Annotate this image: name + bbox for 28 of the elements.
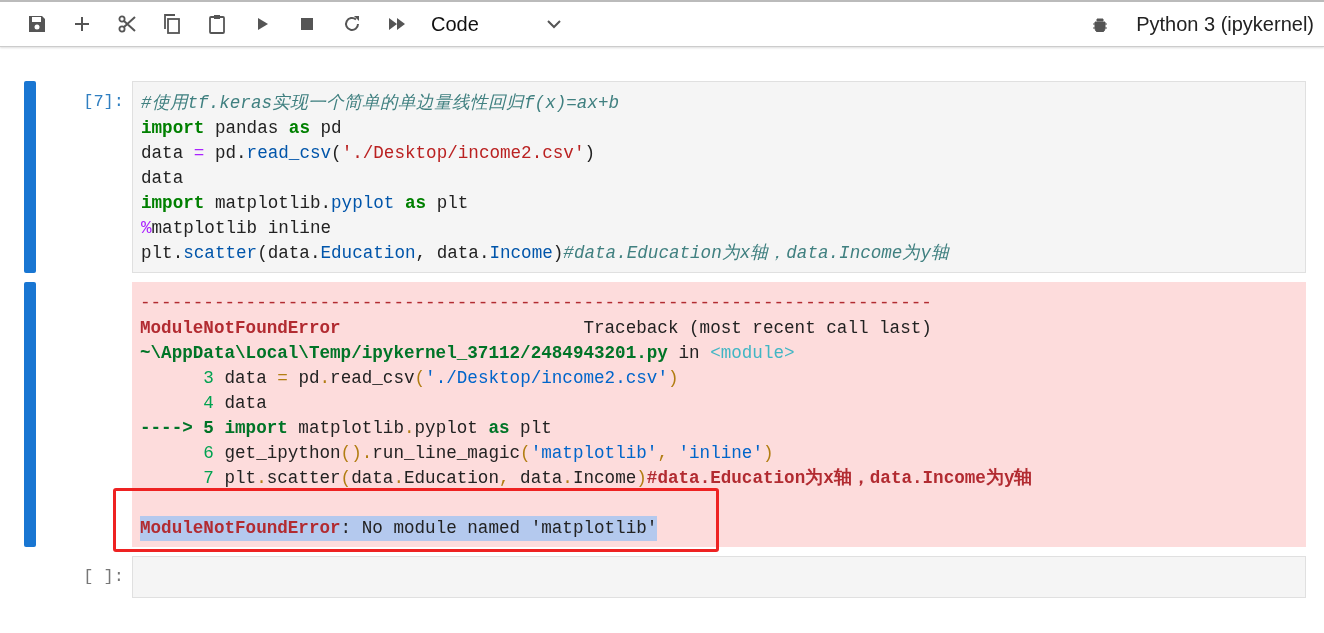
code-line: import matplotlib.pyplot as plt — [141, 192, 469, 215]
code-input[interactable] — [132, 556, 1306, 598]
code-line: %matplotlib inline — [141, 217, 332, 240]
code-input[interactable] — [132, 81, 1306, 273]
output-line: 7 plt.scatter(data.Education, data.Income)#data.Education为x轴，data.Income为y轴 — [202, 467, 1033, 490]
kernel-name: Python 3 (ipykernel) — [1136, 12, 1314, 36]
clipboard-icon — [206, 14, 227, 34]
output-line: ~\AppData\Local\Temp/ipykernel_37112/2484943201.py in <module> — [140, 342, 795, 365]
scissors-icon — [116, 14, 137, 34]
code-line: data — [141, 167, 184, 190]
code-line: plt.scatter(data.Education, data.Income)#data.Education为x轴，data.Income为y轴 — [141, 242, 949, 265]
bug-icon — [1092, 16, 1109, 32]
output-line: 4 data — [202, 392, 267, 415]
error-message: ModuleNotFoundError: No module named 'matplotlib' — [140, 516, 658, 541]
output-line: 3 data = pd.read_csv('./Desktop/income2.csv') — [202, 367, 679, 390]
output-line: --------------------------------------------------------------------------- — [140, 292, 932, 315]
output-line: ModuleNotFoundError Traceback (most recent call last) — [140, 317, 932, 340]
cell-type-dropdown[interactable]: Code — [431, 12, 561, 36]
cell-prompt: [ ]: — [82, 566, 125, 588]
output-line: ----> 5 import matplotlib.pyplot as plt — [140, 417, 552, 440]
code-line: import pandas as pd — [141, 117, 342, 140]
cell-prompt: [7]: — [82, 91, 125, 113]
output-line: 6 get_ipython().run_line_magic('matplotlib', 'inline') — [202, 442, 774, 465]
code-line: data = pd.read_csv('./Desktop/income2.csv') — [141, 142, 596, 165]
code-line: #使用tf.keras实现一个简单的单边量线性回归f(x)=ax+b — [141, 92, 620, 115]
chevron-down-icon — [547, 19, 561, 29]
save-icon — [26, 14, 47, 34]
copy-icon — [161, 14, 182, 34]
